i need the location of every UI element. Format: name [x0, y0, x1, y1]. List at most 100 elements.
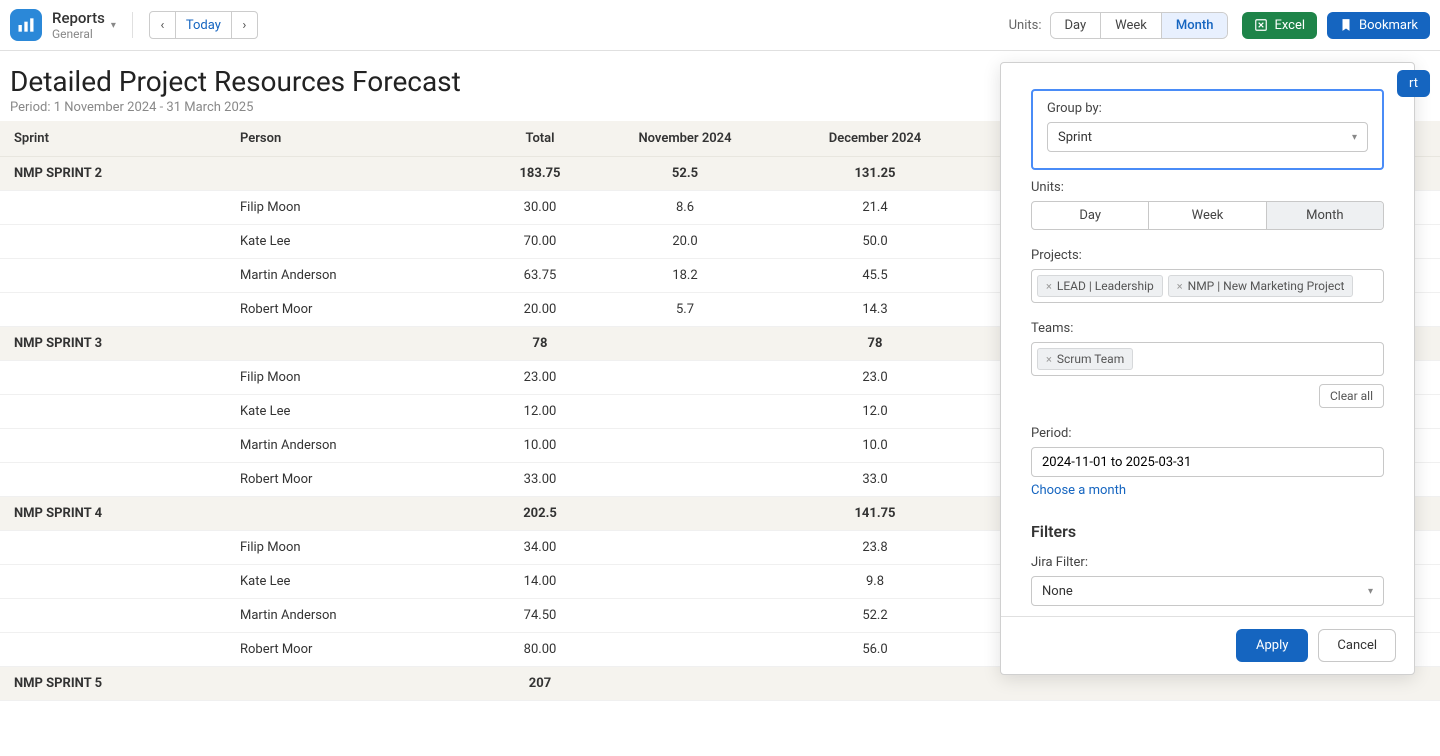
- bookmark-icon: [1339, 18, 1353, 32]
- nov-cell: [590, 463, 780, 497]
- excel-button[interactable]: Excel: [1242, 12, 1317, 39]
- total-cell: 63.75: [490, 259, 590, 293]
- chip-remove-icon[interactable]: ×: [1046, 353, 1052, 366]
- person-cell: Kate Lee: [230, 395, 490, 429]
- nov-cell: [590, 565, 780, 599]
- topbar: Reports General ▾ ‹ Today › Units: Day W…: [0, 0, 1440, 51]
- date-nav: ‹ Today ›: [149, 11, 258, 39]
- bookmark-label: Bookmark: [1359, 18, 1418, 33]
- total-cell: 14.00: [490, 565, 590, 599]
- total-cell: 30.00: [490, 191, 590, 225]
- units-month-button[interactable]: Month: [1161, 13, 1228, 38]
- sprint-dec: 131.25: [780, 157, 970, 191]
- clear-all-button[interactable]: Clear all: [1319, 384, 1384, 408]
- person-cell: Filip Moon: [230, 531, 490, 565]
- chip-remove-icon[interactable]: ×: [1046, 280, 1052, 293]
- dec-cell: 52.2: [780, 599, 970, 633]
- jira-filter-select[interactable]: None ▾: [1031, 576, 1384, 606]
- group-by-select[interactable]: Sprint ▾: [1047, 122, 1368, 152]
- bookmark-button[interactable]: Bookmark: [1327, 12, 1430, 39]
- dec-cell: 9.8: [780, 565, 970, 599]
- chip-label: NMP | New Marketing Project: [1188, 279, 1345, 293]
- panel-units-segment: Day Week Month: [1031, 201, 1384, 230]
- sprint-dec: 78: [780, 327, 970, 361]
- group-by-label: Group by:: [1047, 101, 1368, 116]
- nov-cell: [590, 531, 780, 565]
- dec-cell: 23.8: [780, 531, 970, 565]
- choose-month-link[interactable]: Choose a month: [1031, 483, 1126, 498]
- total-cell: 12.00: [490, 395, 590, 429]
- dec-cell: 45.5: [780, 259, 970, 293]
- sprint-nov: [590, 497, 780, 531]
- panel-units-week[interactable]: Week: [1148, 202, 1265, 229]
- prev-period-button[interactable]: ‹: [149, 11, 176, 39]
- reports-subtitle: General: [52, 27, 105, 41]
- dec-cell: 12.0: [780, 395, 970, 429]
- reports-selector[interactable]: Reports General: [52, 9, 105, 41]
- period-label: Period:: [1031, 426, 1384, 441]
- cancel-button[interactable]: Cancel: [1318, 629, 1396, 662]
- chip-remove-icon[interactable]: ×: [1177, 280, 1183, 293]
- units-week-button[interactable]: Week: [1100, 13, 1161, 38]
- nov-cell: 18.2: [590, 259, 780, 293]
- total-cell: 80.00: [490, 633, 590, 667]
- person-cell: Martin Anderson: [230, 599, 490, 633]
- chart-icon: [16, 15, 36, 35]
- reports-title: Reports: [52, 9, 105, 27]
- sprint-name: NMP SPRINT 2: [0, 157, 230, 191]
- teams-input[interactable]: × Scrum Team: [1031, 342, 1384, 376]
- person-cell: Kate Lee: [230, 225, 490, 259]
- person-cell: Kate Lee: [230, 565, 490, 599]
- dec-cell: 56.0: [780, 633, 970, 667]
- nov-cell: [590, 395, 780, 429]
- total-cell: 34.00: [490, 531, 590, 565]
- panel-units-month[interactable]: Month: [1266, 202, 1383, 229]
- sprint-nov: 52.5: [590, 157, 780, 191]
- sprint-total: 183.75: [490, 157, 590, 191]
- sprint-name: NMP SPRINT 5: [0, 667, 230, 701]
- units-day-button[interactable]: Day: [1051, 13, 1101, 38]
- units-segment: Day Week Month: [1050, 12, 1229, 39]
- sprint-name: NMP SPRINT 4: [0, 497, 230, 531]
- apply-button[interactable]: Apply: [1236, 629, 1308, 662]
- period-input[interactable]: [1031, 447, 1384, 477]
- col-total-header: Total: [490, 121, 590, 157]
- excel-icon: [1254, 18, 1268, 32]
- col-dec-header: December 2024: [780, 121, 970, 157]
- nov-cell: 20.0: [590, 225, 780, 259]
- panel-units-day[interactable]: Day: [1032, 202, 1148, 229]
- panel-footer: Apply Cancel: [1001, 616, 1414, 674]
- total-cell: 33.00: [490, 463, 590, 497]
- excel-label: Excel: [1274, 18, 1305, 33]
- dec-cell: 21.4: [780, 191, 970, 225]
- nov-cell: [590, 633, 780, 667]
- total-cell: 10.00: [490, 429, 590, 463]
- total-cell: 20.00: [490, 293, 590, 327]
- person-cell: Robert Moor: [230, 463, 490, 497]
- chip: × NMP | New Marketing Project: [1168, 275, 1354, 297]
- total-cell: 70.00: [490, 225, 590, 259]
- settings-panel: Group by: Sprint ▾ Units: Day Week Month…: [1000, 62, 1415, 675]
- chip-label: Scrum Team: [1057, 352, 1124, 366]
- person-cell: Filip Moon: [230, 191, 490, 225]
- sprint-nov: [590, 667, 780, 701]
- units-label: Units:: [1009, 18, 1042, 33]
- sprint-dec: 141.75: [780, 497, 970, 531]
- chevron-down-icon: ▾: [1368, 586, 1373, 597]
- nov-cell: [590, 361, 780, 395]
- nov-cell: 8.6: [590, 191, 780, 225]
- today-button[interactable]: Today: [176, 11, 231, 39]
- export-button-peek[interactable]: rt: [1397, 70, 1430, 97]
- projects-input[interactable]: ×LEAD | Leadership×NMP | New Marketing P…: [1031, 269, 1384, 303]
- dec-cell: 14.3: [780, 293, 970, 327]
- nov-cell: [590, 429, 780, 463]
- jira-filter-value: None: [1042, 584, 1073, 599]
- next-period-button[interactable]: ›: [231, 11, 258, 39]
- dec-cell: 33.0: [780, 463, 970, 497]
- dec-cell: 23.0: [780, 361, 970, 395]
- jira-filter-label: Jira Filter:: [1031, 555, 1384, 570]
- col-sprint-header: Sprint: [0, 121, 230, 157]
- person-cell: Robert Moor: [230, 633, 490, 667]
- group-by-section: Group by: Sprint ▾: [1031, 89, 1384, 170]
- sprint-total: 207: [490, 667, 590, 701]
